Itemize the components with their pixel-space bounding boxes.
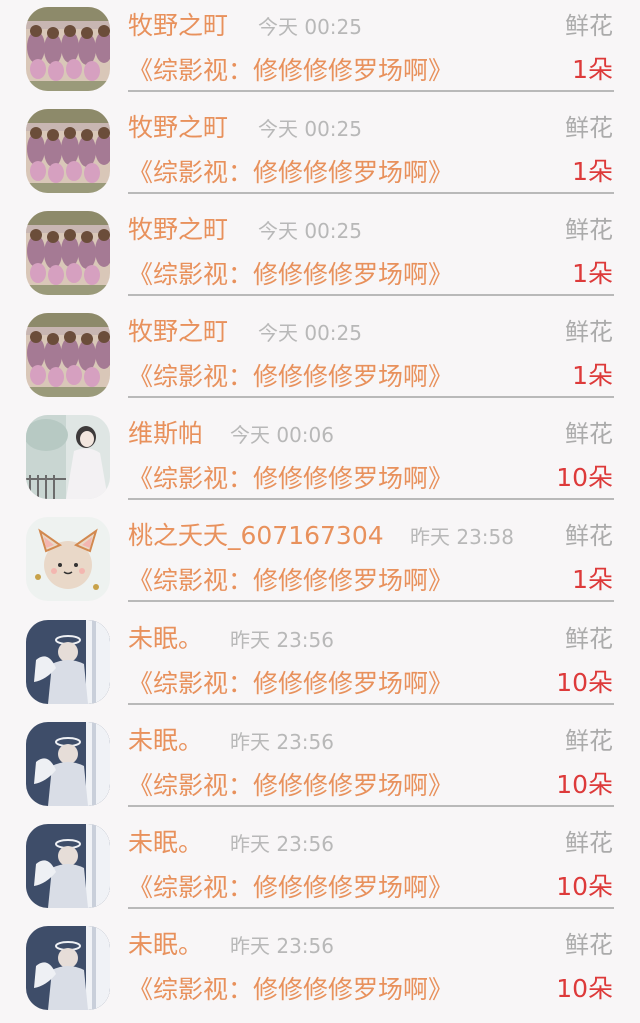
list-item[interactable]: 牧野之町 今天 00:25 鲜花 《综影视：修修修修罗场啊》 1朵 <box>0 306 640 408</box>
user-name[interactable]: 未眠。 <box>128 621 203 657</box>
timestamp: 今天 00:06 <box>230 423 334 447</box>
timestamp: 昨天 23:56 <box>230 832 334 856</box>
avatar[interactable] <box>26 722 110 806</box>
avatar[interactable] <box>26 415 110 499</box>
gift-count: 1朵 <box>572 259 613 288</box>
work-title[interactable]: 《综影视：修修修修罗场啊》 <box>128 461 453 497</box>
user-name[interactable]: 桃之夭夭_607167304 <box>128 518 384 554</box>
gift-type: 鲜花 <box>565 420 613 448</box>
gift-count: 1朵 <box>572 565 613 594</box>
avatar[interactable] <box>26 517 110 601</box>
work-title[interactable]: 《综影视：修修修修罗场啊》 <box>128 972 453 1008</box>
divider <box>128 703 614 705</box>
gift-type: 鲜花 <box>565 727 613 755</box>
user-name[interactable]: 牧野之町 <box>128 212 228 248</box>
gift-count: 1朵 <box>572 361 613 390</box>
timestamp: 今天 00:25 <box>258 219 362 243</box>
timestamp: 今天 00:25 <box>258 117 362 141</box>
work-title[interactable]: 《综影视：修修修修罗场啊》 <box>128 768 453 804</box>
avatar[interactable] <box>26 926 110 1010</box>
gift-type: 鲜花 <box>565 829 613 857</box>
gift-type: 鲜花 <box>565 216 613 244</box>
divider <box>128 805 614 807</box>
list-item[interactable]: 未眠。 昨天 23:56 鲜花 《综影视：修修修修罗场啊》 10朵 <box>0 817 640 919</box>
user-name[interactable]: 牧野之町 <box>128 8 228 44</box>
list-item[interactable]: 牧野之町 今天 00:25 鲜花 《综影视：修修修修罗场啊》 1朵 <box>0 102 640 204</box>
avatar[interactable] <box>26 211 110 295</box>
gift-count: 10朵 <box>556 463 613 492</box>
gift-count: 10朵 <box>556 974 613 1003</box>
list-item[interactable]: 牧野之町 今天 00:25 鲜花 《综影视：修修修修罗场啊》 1朵 <box>0 204 640 306</box>
divider <box>128 294 614 296</box>
user-name[interactable]: 未眠。 <box>128 825 203 861</box>
work-title[interactable]: 《综影视：修修修修罗场啊》 <box>128 257 453 293</box>
gift-type: 鲜花 <box>565 625 613 653</box>
work-title[interactable]: 《综影视：修修修修罗场啊》 <box>128 359 453 395</box>
divider <box>128 396 614 398</box>
list-item[interactable]: 桃之夭夭_607167304 昨天 23:58 鲜花 《综影视：修修修修罗场啊》… <box>0 510 640 612</box>
avatar[interactable] <box>26 109 110 193</box>
divider <box>128 907 614 909</box>
timestamp: 昨天 23:56 <box>230 628 334 652</box>
avatar[interactable] <box>26 7 110 91</box>
user-name[interactable]: 牧野之町 <box>128 314 228 350</box>
list-item[interactable]: 未眠。 昨天 23:56 鲜花 《综影视：修修修修罗场啊》 10朵 <box>0 919 640 1021</box>
gift-count: 10朵 <box>556 770 613 799</box>
avatar[interactable] <box>26 313 110 397</box>
work-title[interactable]: 《综影视：修修修修罗场啊》 <box>128 155 453 191</box>
divider <box>128 498 614 500</box>
work-title[interactable]: 《综影视：修修修修罗场啊》 <box>128 53 453 89</box>
gift-count: 10朵 <box>556 872 613 901</box>
avatar[interactable] <box>26 824 110 908</box>
gift-type: 鲜花 <box>565 522 613 550</box>
work-title[interactable]: 《综影视：修修修修罗场啊》 <box>128 563 453 599</box>
list-item[interactable]: 牧野之町 今天 00:25 鲜花 《综影视：修修修修罗场啊》 1朵 <box>0 0 640 102</box>
timestamp: 昨天 23:58 <box>410 525 514 549</box>
user-name[interactable]: 牧野之町 <box>128 110 228 146</box>
list-item[interactable]: 未眠。 昨天 23:56 鲜花 《综影视：修修修修罗场啊》 10朵 <box>0 613 640 715</box>
gift-count: 10朵 <box>556 668 613 697</box>
gift-type: 鲜花 <box>565 12 613 40</box>
gift-record-list: 牧野之町 今天 00:25 鲜花 《综影视：修修修修罗场啊》 1朵 牧野之町 今… <box>0 0 640 1023</box>
divider <box>128 90 614 92</box>
gift-type: 鲜花 <box>565 114 613 142</box>
avatar[interactable] <box>26 620 110 704</box>
work-title[interactable]: 《综影视：修修修修罗场啊》 <box>128 666 453 702</box>
timestamp: 今天 00:25 <box>258 15 362 39</box>
gift-count: 1朵 <box>572 55 613 84</box>
work-title[interactable]: 《综影视：修修修修罗场啊》 <box>128 870 453 906</box>
user-name[interactable]: 维斯帕 <box>128 416 203 452</box>
user-name[interactable]: 未眠。 <box>128 927 203 963</box>
gift-count: 1朵 <box>572 157 613 186</box>
list-item[interactable]: 维斯帕 今天 00:06 鲜花 《综影视：修修修修罗场啊》 10朵 <box>0 408 640 510</box>
divider <box>128 192 614 194</box>
divider <box>128 600 614 602</box>
timestamp: 昨天 23:56 <box>230 934 334 958</box>
list-item[interactable]: 未眠。 昨天 23:56 鲜花 《综影视：修修修修罗场啊》 10朵 <box>0 715 640 817</box>
timestamp: 今天 00:25 <box>258 321 362 345</box>
user-name[interactable]: 未眠。 <box>128 723 203 759</box>
gift-type: 鲜花 <box>565 931 613 959</box>
timestamp: 昨天 23:56 <box>230 730 334 754</box>
gift-type: 鲜花 <box>565 318 613 346</box>
